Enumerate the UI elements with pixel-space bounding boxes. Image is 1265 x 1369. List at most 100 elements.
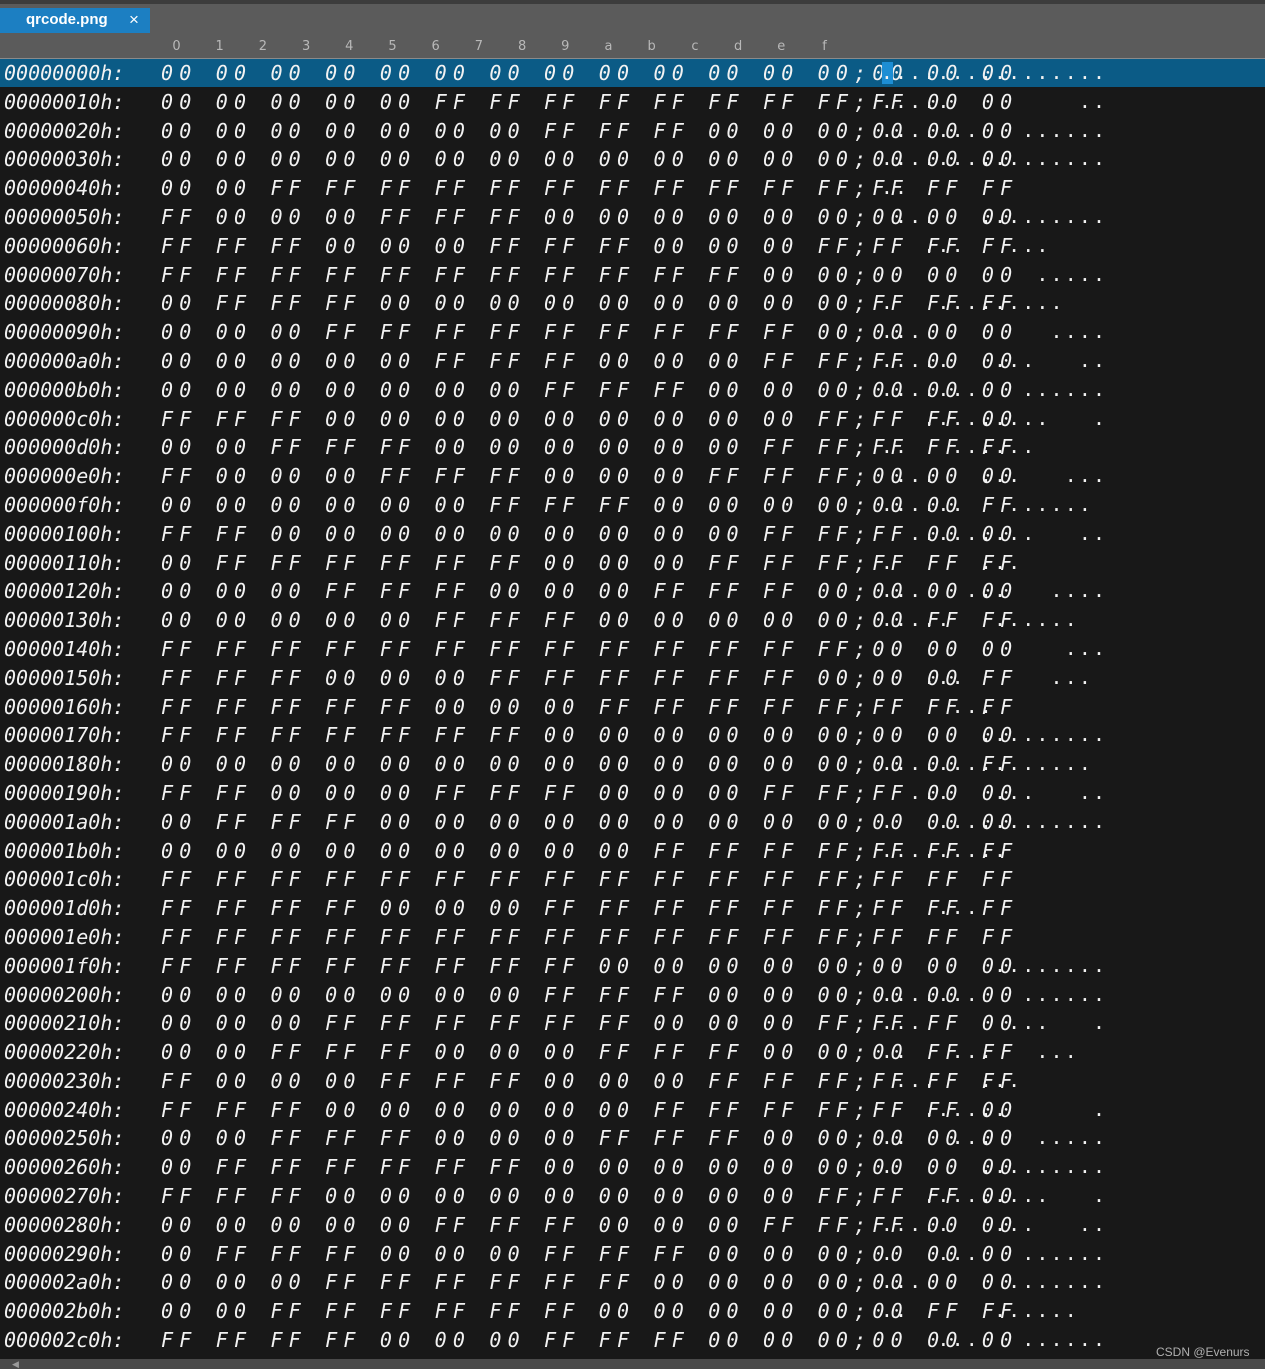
hex-row[interactable]: 00000060h: FF FF FF 00 00 00 FF FF FF 00 … [0, 232, 1265, 261]
row-ascii[interactable]: ................ [881, 59, 1265, 88]
row-ascii[interactable]: ........ [881, 952, 1265, 981]
hex-row[interactable]: 00000200h: 00 00 00 00 00 00 00 FF FF FF … [0, 981, 1265, 1010]
hex-row[interactable]: 000001c0h: FF FF FF FF FF FF FF FF FF FF … [0, 865, 1265, 894]
row-ascii[interactable]: ......... .. [881, 520, 1265, 549]
row-ascii[interactable]: ... ....... [881, 1268, 1265, 1297]
row-ascii[interactable]: . ......... [881, 289, 1265, 318]
hex-row[interactable]: 00000140h: FF FF FF FF FF FF FF FF FF FF … [0, 635, 1265, 664]
hex-row[interactable]: 00000120h: 00 00 00 FF FF FF 00 00 00 FF … [0, 577, 1265, 606]
row-ascii[interactable]: ..... ...... [881, 606, 1265, 635]
row-ascii[interactable]: ... ......... [881, 203, 1265, 232]
row-address: 00000220h: [4, 1040, 125, 1065]
hex-row[interactable]: 00000210h: 00 00 00 FF FF FF FF FF FF 00 … [0, 1009, 1265, 1038]
row-ascii[interactable]: . ......... [881, 1153, 1265, 1182]
row-ascii[interactable]: ......... [881, 721, 1265, 750]
hex-row[interactable]: 00000220h: 00 00 FF FF FF 00 00 00 FF FF … [0, 1038, 1265, 1067]
row-ascii[interactable] [881, 923, 1265, 952]
row-ascii[interactable]: ...... ...... [881, 491, 1265, 520]
hex-row[interactable]: 000001a0h: 00 FF FF FF 00 00 00 00 00 00 … [0, 808, 1265, 837]
row-ascii[interactable] [881, 865, 1265, 894]
row-ascii[interactable]: . ... ...... [881, 1240, 1265, 1269]
hex-row[interactable]: 00000090h: 00 00 00 FF FF FF FF FF FF FF … [0, 318, 1265, 347]
hex-row[interactable]: 000001b0h: 00 00 00 00 00 00 00 00 00 FF … [0, 837, 1265, 866]
row-ascii[interactable]: ......... . [881, 1182, 1265, 1211]
hex-row[interactable]: 00000280h: 00 00 00 00 00 FF FF FF 00 00 … [0, 1211, 1265, 1240]
hex-grid[interactable]: 00000000h: 00 00 00 00 00 00 00 00 00 00 … [0, 59, 1265, 1355]
row-ascii[interactable]: ......... . [881, 405, 1265, 434]
hex-row[interactable]: 000002b0h: 00 00 FF FF FF FF FF FF 00 00 … [0, 1297, 1265, 1326]
row-address: 00000180h: [4, 752, 125, 777]
hex-row[interactable]: 000000b0h: 00 00 00 00 00 00 00 FF FF FF … [0, 376, 1265, 405]
hex-row[interactable]: 00000190h: FF FF 00 00 00 FF FF FF 00 00 … [0, 779, 1265, 808]
hex-row[interactable]: 000001d0h: FF FF FF FF 00 00 00 FF FF FF … [0, 894, 1265, 923]
hex-row[interactable]: 00000070h: FF FF FF FF FF FF FF FF FF FF … [0, 261, 1265, 290]
column-header-label: 1 [215, 39, 224, 54]
row-ascii[interactable]: ..... ... .. [881, 347, 1265, 376]
hex-row[interactable]: 000000e0h: FF 00 00 00 FF FF FF 00 00 00 … [0, 462, 1265, 491]
row-ascii[interactable]: ... ... .... [881, 577, 1265, 606]
row-ascii[interactable]: ..... [881, 261, 1265, 290]
horizontal-scrollbar[interactable]: ◀ [0, 1359, 1265, 1369]
hex-row[interactable]: 00000020h: 00 00 00 00 00 00 00 FF FF FF … [0, 117, 1265, 146]
hex-row[interactable]: 00000050h: FF 00 00 00 FF FF FF 00 00 00 … [0, 203, 1265, 232]
row-ascii[interactable]: ..... .. [881, 88, 1265, 117]
hex-row[interactable]: 00000130h: 00 00 00 00 00 FF FF FF 00 00 … [0, 606, 1265, 635]
hex-row[interactable]: 000000c0h: FF FF FF 00 00 00 00 00 00 00 … [0, 405, 1265, 434]
hex-row[interactable]: 000000d0h: 00 00 FF FF FF 00 00 00 00 00 … [0, 433, 1265, 462]
row-ascii[interactable]: ... ... . [881, 1009, 1265, 1038]
row-address: 000002c0h: [4, 1328, 125, 1353]
row-ascii[interactable]: ... ... .. [881, 779, 1265, 808]
hex-row[interactable]: 00000290h: 00 FF FF FF 00 00 00 FF FF FF … [0, 1240, 1265, 1269]
row-ascii[interactable]: ... [881, 693, 1265, 722]
row-separator: ; [854, 147, 867, 172]
row-ascii[interactable]: ................ [881, 145, 1265, 174]
row-ascii[interactable]: ....... ...... [881, 376, 1265, 405]
hex-row[interactable]: 00000100h: FF FF 00 00 00 00 00 00 00 00 … [0, 520, 1265, 549]
hex-row[interactable]: 000001e0h: FF FF FF FF FF FF FF FF FF FF … [0, 923, 1265, 952]
row-ascii[interactable]: ....... ...... [881, 981, 1265, 1010]
row-ascii[interactable]: ....... ...... [881, 117, 1265, 146]
row-ascii[interactable]: ... [881, 894, 1265, 923]
row-ascii[interactable]: ... ... [881, 1067, 1265, 1096]
row-ascii[interactable]: ... ... ... [881, 462, 1265, 491]
row-ascii[interactable]: .. ...... [881, 1297, 1265, 1326]
row-ascii[interactable]: .. ...... [881, 433, 1265, 462]
hex-row[interactable]: 00000170h: FF FF FF FF FF FF FF 00 00 00 … [0, 721, 1265, 750]
hex-row[interactable]: 00000260h: 00 FF FF FF FF FF FF 00 00 00 … [0, 1153, 1265, 1182]
hex-row[interactable]: 000002a0h: 00 00 00 FF FF FF FF FF FF 00 … [0, 1268, 1265, 1297]
row-ascii[interactable]: ...... . [881, 1096, 1265, 1125]
row-ascii[interactable]: .. ... ..... [881, 1124, 1265, 1153]
hex-row[interactable]: 000000f0h: 00 00 00 00 00 00 FF FF FF 00 … [0, 491, 1265, 520]
row-ascii[interactable]: . ... [881, 549, 1265, 578]
hex-row[interactable]: 00000030h: 00 00 00 00 00 00 00 00 00 00 … [0, 145, 1265, 174]
hex-row[interactable]: 00000240h: FF FF FF 00 00 00 00 00 00 FF … [0, 1096, 1265, 1125]
hex-row[interactable]: 00000040h: 00 00 FF FF FF FF FF FF FF FF … [0, 174, 1265, 203]
hex-row[interactable]: 00000250h: 00 00 FF FF FF 00 00 00 FF FF … [0, 1124, 1265, 1153]
row-ascii[interactable]: .. [881, 174, 1265, 203]
hex-row[interactable]: 000002c0h: FF FF FF FF 00 00 00 FF FF FF … [0, 1326, 1265, 1355]
row-ascii[interactable]: .. ... ... [881, 1038, 1265, 1067]
hex-row[interactable]: 00000080h: 00 FF FF FF 00 00 00 00 00 00 … [0, 289, 1265, 318]
row-ascii[interactable]: ... .... [881, 318, 1265, 347]
hex-row[interactable]: 000001f0h: FF FF FF FF FF FF FF FF 00 00 … [0, 952, 1265, 981]
tab-qrcode-png[interactable]: qrcode.png × [0, 8, 150, 33]
row-ascii[interactable]: ............... [881, 750, 1265, 779]
row-ascii[interactable]: ... ... [881, 232, 1265, 261]
hex-row[interactable]: 00000110h: 00 FF FF FF FF FF FF 00 00 00 … [0, 549, 1265, 578]
column-header-label: 7 [474, 39, 484, 54]
arrow-left-icon[interactable]: ◀ [12, 1360, 19, 1369]
hex-row[interactable]: 00000230h: FF 00 00 00 FF FF FF 00 00 00 … [0, 1067, 1265, 1096]
hex-row[interactable]: 000000a0h: 00 00 00 00 00 FF FF FF 00 00 … [0, 347, 1265, 376]
hex-row[interactable]: 00000270h: FF FF FF 00 00 00 00 00 00 00 … [0, 1182, 1265, 1211]
row-ascii[interactable]: ... ... [881, 664, 1265, 693]
hex-row[interactable]: 00000000h: 00 00 00 00 00 00 00 00 00 00 … [0, 59, 1265, 88]
row-ascii[interactable]: ......... [881, 837, 1265, 866]
hex-row[interactable]: 00000180h: 00 00 00 00 00 00 00 00 00 00 … [0, 750, 1265, 779]
row-ascii[interactable]: . ............ [881, 808, 1265, 837]
row-ascii[interactable]: ... [881, 635, 1265, 664]
hex-row[interactable]: 00000150h: FF FF FF 00 00 00 FF FF FF FF … [0, 664, 1265, 693]
close-icon[interactable]: × [129, 10, 139, 30]
hex-row[interactable]: 00000160h: FF FF FF FF FF 00 00 00 FF FF … [0, 693, 1265, 722]
hex-row[interactable]: 00000010h: 00 00 00 00 00 FF FF FF FF FF … [0, 88, 1265, 117]
row-ascii[interactable]: ..... ... .. [881, 1211, 1265, 1240]
